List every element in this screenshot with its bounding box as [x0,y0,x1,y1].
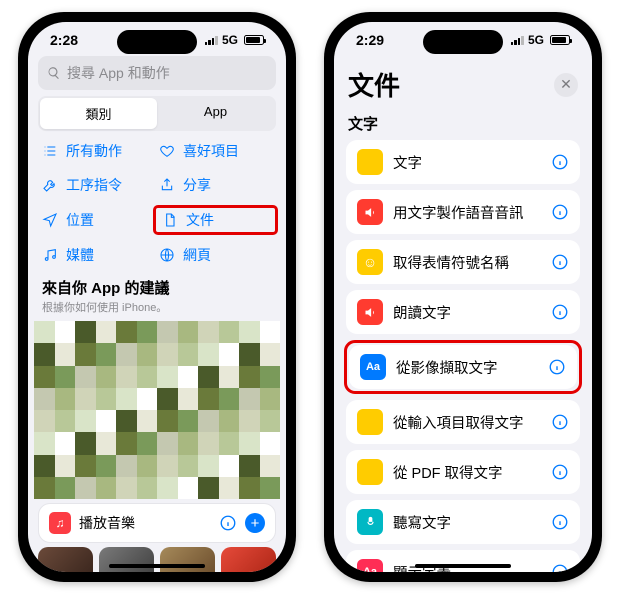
globe-icon [159,247,175,263]
thumbnail[interactable] [38,547,93,572]
segmented-control[interactable]: 類別 App [38,96,276,131]
share-icon [159,177,175,193]
screen-right: 2:29 5G 文件 ✕ 文字 文字 用文字製作語音音訊 [334,22,592,572]
search-icon [47,66,61,80]
info-icon[interactable] [551,303,569,321]
add-button[interactable]: + [245,513,265,533]
card-play-music[interactable]: ♫ 播放音樂 + [38,503,276,543]
row-make-audio[interactable]: 用文字製作語音音訊 [346,190,580,234]
phone-right: 2:29 5G 文件 ✕ 文字 文字 用文字製作語音音訊 [324,12,602,582]
section-text: 文字 [348,113,578,134]
content-scroll[interactable]: 文件 ✕ 文字 文字 用文字製作語音音訊 ☺ 取得表情符號名稱 朗讀 [334,60,592,572]
battery-icon [244,35,264,45]
status-right: 5G [511,33,570,47]
cat-shortcuts[interactable]: 工序指令 [42,175,155,195]
suggestions-title: 來自你 App 的建議 [42,277,272,298]
thumbnail[interactable] [99,547,154,572]
cat-media[interactable]: 媒體 [42,245,155,265]
status-time: 2:29 [356,32,384,48]
info-icon[interactable] [551,153,569,171]
search-input[interactable]: 搜尋 App 和動作 [38,56,276,90]
screen-left: 2:28 5G 搜尋 App 和動作 類別 App 所有動作 喜好項目 [28,22,286,572]
page-title: 文件 [348,66,400,103]
thumbnail[interactable] [160,547,215,572]
status-time: 2:28 [50,32,78,48]
cat-share[interactable]: 分享 [159,175,272,195]
info-icon[interactable] [551,463,569,481]
thumbnail[interactable] [221,547,276,572]
suggestions-blur [34,321,280,499]
row-emoji-name[interactable]: ☺ 取得表情符號名稱 [346,240,580,284]
heart-icon [159,143,175,159]
location-icon [42,212,58,228]
album-thumbnails[interactable] [38,547,276,572]
page-header: 文件 ✕ [348,66,578,103]
text-icon [357,149,383,175]
mic-icon [357,509,383,535]
row-get-from-input[interactable]: 從輸入項目取得文字 [346,400,580,444]
speaker-icon [357,299,383,325]
row-extract-from-image[interactable]: Aa 從影像擷取文字 [349,345,577,389]
signal-icon [205,36,218,45]
phone-left: 2:28 5G 搜尋 App 和動作 類別 App 所有動作 喜好項目 [18,12,296,582]
suggestions-subtitle: 根據你如何使用 iPhone。 [42,299,272,315]
status-right: 5G [205,33,264,47]
text-icon [357,409,383,435]
home-indicator[interactable] [415,564,511,568]
info-icon[interactable] [551,413,569,431]
cat-favorites[interactable]: 喜好項目 [159,141,272,161]
row-get-from-pdf[interactable]: 從 PDF 取得文字 [346,450,580,494]
cat-location[interactable]: 位置 [42,209,155,231]
row-speak-text[interactable]: 朗讀文字 [346,290,580,334]
cat-documents[interactable]: 文件 [162,210,269,230]
dynamic-island [423,30,503,54]
carrier-label: 5G [222,33,238,47]
speaker-icon [357,199,383,225]
highlight-documents: 文件 [153,205,278,235]
document-icon [162,212,178,228]
dynamic-island [117,30,197,54]
wrench-icon [42,177,58,193]
category-grid: 所有動作 喜好項目 工序指令 分享 位置 文件 [42,141,272,265]
info-icon[interactable] [551,513,569,531]
highlight-extract-text: Aa 從影像擷取文字 [344,340,582,394]
seg-app[interactable]: App [157,98,274,129]
music-badge-icon: ♫ [49,512,71,534]
info-icon[interactable] [551,253,569,271]
home-indicator[interactable] [109,564,205,568]
info-icon[interactable] [219,514,237,532]
info-icon[interactable] [551,203,569,221]
close-button[interactable]: ✕ [554,73,578,97]
seg-category[interactable]: 類別 [40,98,157,129]
music-icon [42,247,58,263]
battery-icon [550,35,570,45]
info-icon[interactable] [551,563,569,572]
card-label: 播放音樂 [79,513,211,533]
emoji-icon: ☺ [357,249,383,275]
cat-web[interactable]: 網頁 [159,245,272,265]
row-dictate-text[interactable]: 聽寫文字 [346,500,580,544]
definition-icon: Aa [357,559,383,572]
row-text[interactable]: 文字 [346,140,580,184]
row-show-definition[interactable]: Aa 顯示定義 [346,550,580,572]
info-icon[interactable] [548,358,566,376]
cat-all-actions[interactable]: 所有動作 [42,141,155,161]
search-placeholder: 搜尋 App 和動作 [67,63,170,83]
image-text-icon: Aa [360,354,386,380]
signal-icon [511,36,524,45]
carrier-label: 5G [528,33,544,47]
list-icon [42,143,58,159]
text-icon [357,459,383,485]
